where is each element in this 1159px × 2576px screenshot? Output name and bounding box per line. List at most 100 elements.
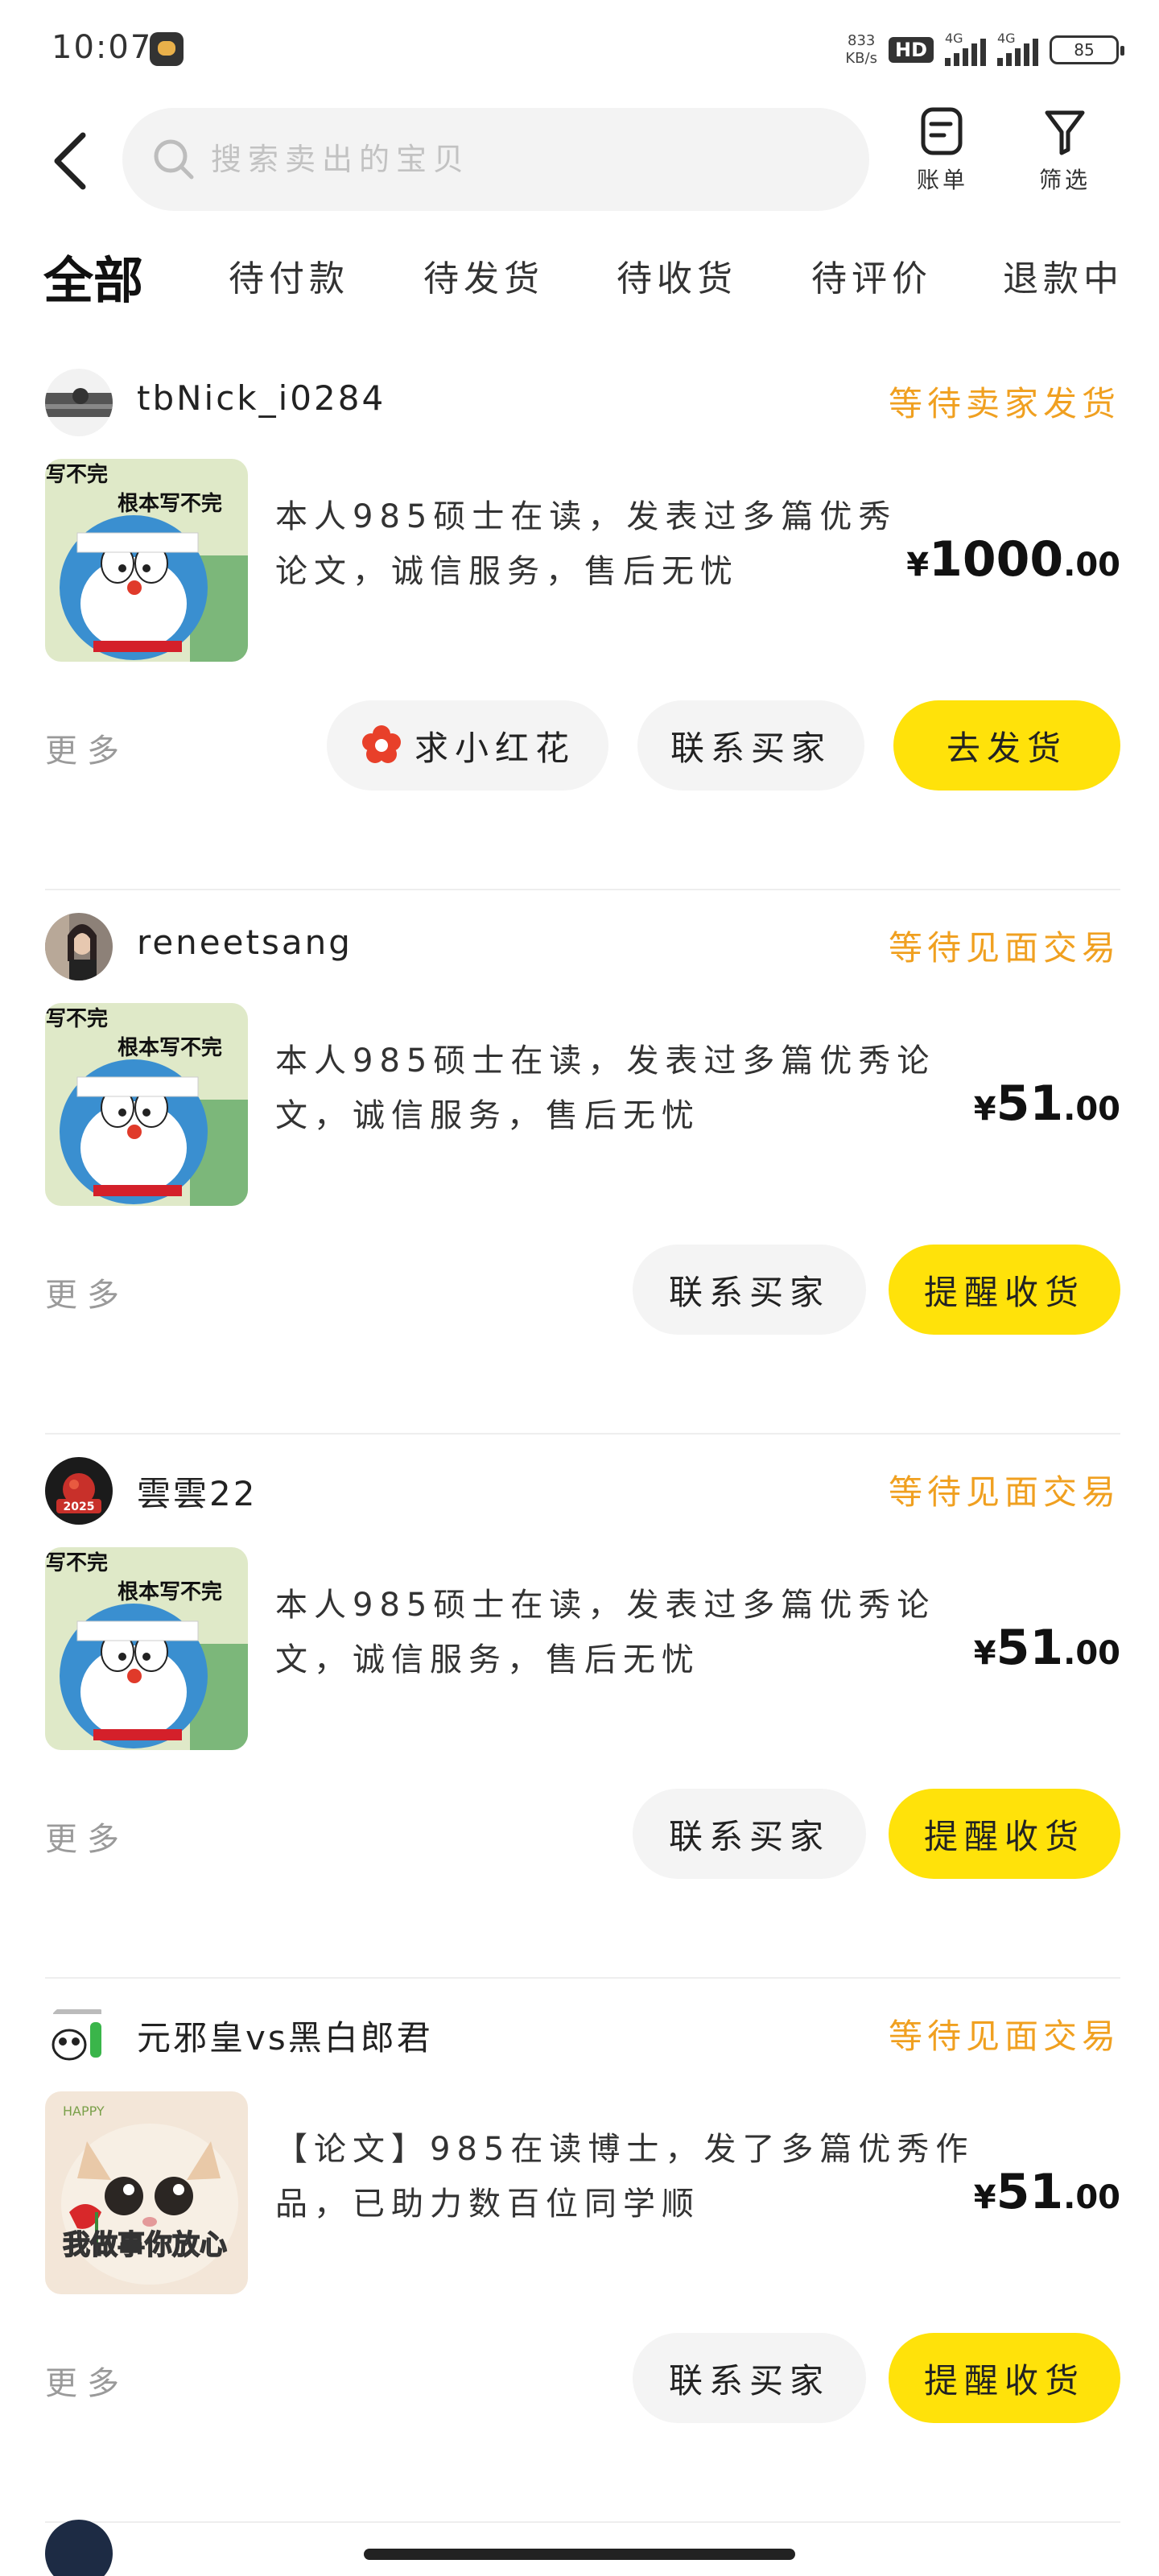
- buyer-username[interactable]: 雲雲22: [137, 1467, 257, 1516]
- price-decimal: .00: [1063, 1091, 1120, 1128]
- status-bar: 10:07 833 KB/s HD 4G 4G 85: [0, 0, 1159, 97]
- avatar[interactable]: [45, 2001, 113, 2069]
- price-integer: 51: [996, 1075, 1064, 1132]
- doraemon-image: 写不完 根本写不完: [45, 1003, 248, 1206]
- avatar-caption: 2025: [64, 1501, 95, 1513]
- tab-label: 待收货: [617, 258, 737, 299]
- tab-label: 待付款: [229, 258, 349, 299]
- cat-image: HAPPY 我做事你放心: [45, 2091, 248, 2294]
- product-price: ¥51.00: [974, 1075, 1120, 1132]
- product-title[interactable]: 本人985硕士在读，发表过多篇优秀论文，诚信服务，售后无忧: [275, 489, 903, 599]
- avatar[interactable]: 2025: [45, 1457, 113, 1525]
- buyer-username[interactable]: reneetsang: [137, 923, 353, 962]
- buyer-username[interactable]: 元邪皇vs黑白郎君: [137, 2011, 433, 2060]
- filter-button[interactable]: 筛选: [1021, 106, 1109, 195]
- product-thumbnail[interactable]: 写不完 根本写不完: [45, 1547, 248, 1750]
- avatar-image: 2025: [45, 1457, 113, 1525]
- button-label: 求小红花: [414, 728, 575, 768]
- thumb-caption: 根本写不完: [118, 491, 222, 516]
- signal-icon: 4G: [997, 31, 1038, 66]
- bill-label: 账单: [916, 167, 968, 193]
- search-icon: [154, 139, 194, 180]
- order-status: 等待见面交易: [888, 2017, 1120, 2056]
- filter-icon: [1045, 110, 1085, 155]
- more-button[interactable]: 更多: [45, 1813, 129, 1860]
- price-decimal: .00: [1063, 547, 1120, 584]
- flower-icon: [361, 725, 401, 763]
- price-currency: ¥: [973, 1635, 996, 1672]
- order-card: 元邪皇vs黑白郎君 等待见面交易 HAPPY 我做事你放心 【论文】985在读博…: [45, 1979, 1120, 2523]
- product-title[interactable]: 【论文】985在读博士，发了多篇优秀作品，已助力数百位同学顺: [275, 2122, 984, 2231]
- doraemon-image: 写不完 根本写不完: [45, 1547, 248, 1750]
- product-price: ¥51.00: [974, 2164, 1120, 2220]
- order-status: 等待卖家发货: [888, 384, 1120, 423]
- remind-receipt-button[interactable]: 提醒收货: [889, 1245, 1120, 1335]
- price-decimal: .00: [1063, 2179, 1120, 2216]
- search-bar[interactable]: [122, 108, 869, 211]
- battery-level: 85: [1074, 40, 1095, 60]
- doraemon-image: 写不完 根本写不完: [45, 459, 248, 662]
- order-status: 等待见面交易: [888, 1472, 1120, 1512]
- svg-text:HAPPY: HAPPY: [63, 2103, 105, 2119]
- contact-buyer-button[interactable]: 联系买家: [637, 700, 864, 791]
- network-speed-value: 833: [848, 32, 876, 49]
- tab-pending-shipment[interactable]: 待发货: [423, 250, 544, 301]
- thumb-caption: 我做事你放心: [63, 2229, 227, 2261]
- thumb-caption: 写不完: [45, 1550, 108, 1575]
- order-tabs: 全部 待付款 待发货 待收货 待评价 退款中: [0, 233, 1159, 330]
- more-button[interactable]: 更多: [45, 1269, 129, 1315]
- tab-pending-receipt[interactable]: 待收货: [617, 250, 737, 301]
- product-thumbnail[interactable]: HAPPY 我做事你放心: [45, 2091, 248, 2294]
- filter-label: 筛选: [1038, 167, 1091, 193]
- thumb-caption: 写不完: [45, 1006, 108, 1031]
- thumb-caption: 根本写不完: [118, 1579, 222, 1604]
- product-price: ¥1000.00: [906, 531, 1120, 588]
- app-notification-icon: [150, 32, 184, 66]
- battery-icon: 85: [1050, 35, 1124, 64]
- hd-icon: HD: [888, 37, 934, 63]
- avatar[interactable]: [45, 2520, 113, 2576]
- tab-refunding[interactable]: 退款中: [1003, 250, 1124, 301]
- tab-label: 退款中: [1003, 258, 1124, 299]
- avatar[interactable]: [45, 369, 113, 436]
- product-title[interactable]: 本人985硕士在读，发表过多篇优秀论文，诚信服务，售后无忧: [275, 1034, 984, 1143]
- avatar-image: [45, 913, 113, 980]
- buyer-username[interactable]: tbNick_i0284: [137, 378, 386, 418]
- product-title[interactable]: 本人985硕士在读，发表过多篇优秀论文，诚信服务，售后无忧: [275, 1578, 984, 1687]
- back-button[interactable]: [45, 129, 93, 193]
- more-button[interactable]: 更多: [45, 2357, 129, 2404]
- price-integer: 1000: [929, 531, 1064, 588]
- contact-buyer-button[interactable]: 联系买家: [633, 2333, 866, 2423]
- home-indicator[interactable]: [364, 2549, 795, 2560]
- contact-buyer-button[interactable]: 联系买家: [633, 1245, 866, 1335]
- tab-all[interactable]: 全部: [43, 240, 149, 312]
- order-card: tbNick_i0284 等待卖家发货 写不完 根本写不完 本人985硕士在读，…: [45, 346, 1120, 890]
- search-input[interactable]: [211, 142, 774, 177]
- price-currency: ¥: [973, 2179, 996, 2216]
- remind-receipt-button[interactable]: 提醒收货: [889, 1789, 1120, 1879]
- network-speed-unit: KB/s: [845, 50, 877, 67]
- signal-label: 4G: [997, 31, 1016, 46]
- signal-icon: 4G: [945, 31, 986, 66]
- ship-button[interactable]: 去发货: [893, 700, 1120, 791]
- remind-receipt-button[interactable]: 提醒收货: [889, 2333, 1120, 2423]
- avatar[interactable]: [45, 913, 113, 980]
- order-card: reneetsang 等待见面交易 写不完 根本写不完 本人985硕士在读，发表…: [45, 890, 1120, 1435]
- avatar-image: [45, 369, 113, 436]
- price-decimal: .00: [1063, 1635, 1120, 1672]
- price-integer: 51: [996, 1620, 1064, 1676]
- product-thumbnail[interactable]: 写不完 根本写不完: [45, 1003, 248, 1206]
- tab-pending-payment[interactable]: 待付款: [229, 250, 349, 301]
- product-thumbnail[interactable]: 写不完 根本写不完: [45, 459, 248, 662]
- bill-icon: [921, 107, 963, 155]
- thumb-caption: 写不完: [45, 462, 108, 487]
- header: 账单 筛选: [0, 97, 1159, 225]
- order-card: 2025 雲雲22 等待见面交易 写不完 根本写不完 本人985硕士在读，发表过…: [45, 1435, 1120, 1979]
- contact-buyer-button[interactable]: 联系买家: [633, 1789, 866, 1879]
- request-flower-button[interactable]: 求小红花: [327, 700, 608, 791]
- bill-button[interactable]: 账单: [898, 106, 987, 195]
- tab-label: 待发货: [423, 258, 544, 299]
- tab-pending-review[interactable]: 待评价: [811, 250, 932, 301]
- status-time: 10:07: [52, 29, 153, 66]
- more-button[interactable]: 更多: [45, 724, 129, 771]
